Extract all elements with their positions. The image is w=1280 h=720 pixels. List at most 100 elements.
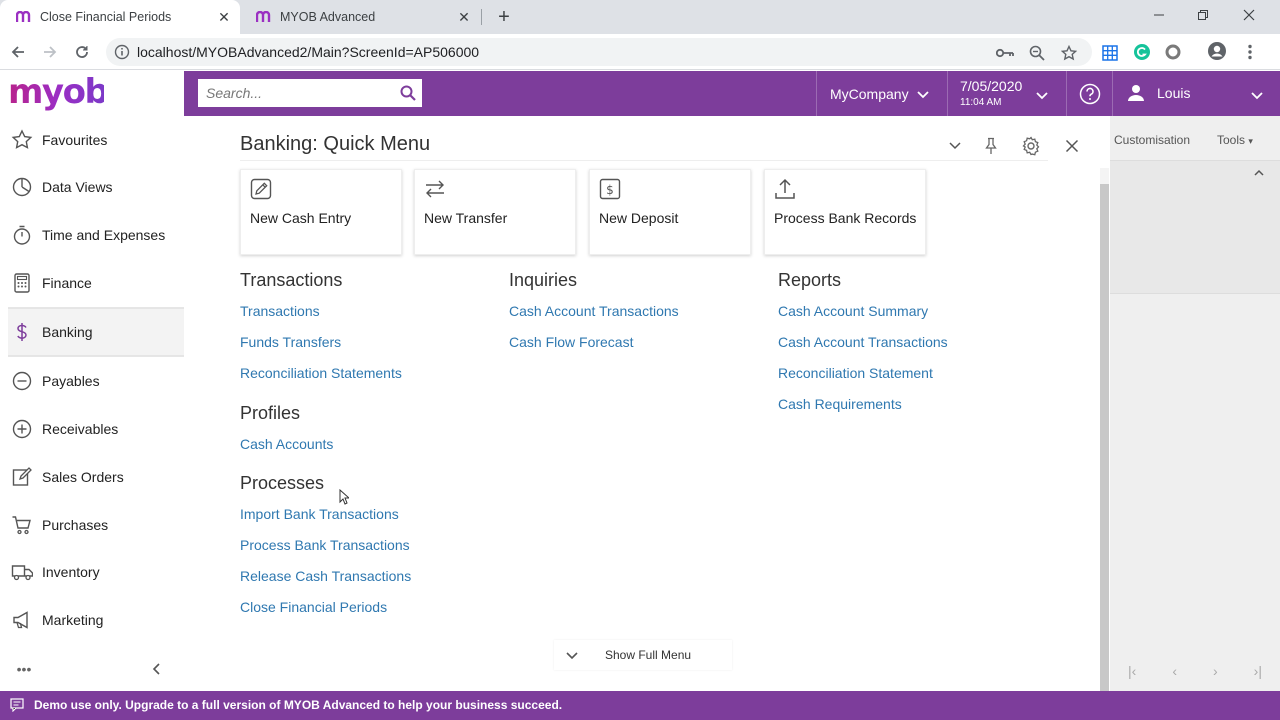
link-close-financial-periods[interactable]: Close Financial Periods [240, 599, 387, 615]
chevron-down-icon[interactable] [945, 136, 965, 156]
minus-circle-icon [11, 370, 33, 392]
search-input[interactable] [198, 79, 394, 107]
key-icon[interactable] [996, 44, 1014, 62]
sidebar-item-label: Inventory [42, 564, 100, 580]
close-icon[interactable]: ✕ [456, 9, 472, 25]
restore-icon[interactable] [1180, 0, 1226, 30]
minimize-icon[interactable] [1136, 0, 1182, 30]
scrollbar-thumb[interactable] [1100, 184, 1109, 691]
link-cash-requirements[interactable]: Cash Requirements [778, 396, 902, 412]
link-cash-account-summary[interactable]: Cash Account Summary [778, 303, 928, 319]
new-deposit-card[interactable]: $ New Deposit [589, 169, 751, 255]
sidebar-item-inventory[interactable]: Inventory [8, 549, 184, 595]
search-icon[interactable] [400, 85, 416, 101]
sidebar-divider [8, 356, 184, 357]
business-time: 11:04 AM [960, 97, 1002, 108]
sidebar-item-data-views[interactable]: Data Views [8, 164, 184, 210]
pie-chart-icon [11, 176, 33, 198]
sidebar-item-label: Payables [42, 373, 100, 389]
sidebar-item-payables[interactable]: Payables [8, 358, 184, 404]
last-page-icon[interactable]: ›| [1254, 663, 1262, 679]
sidebar-item-label: Favourites [42, 132, 108, 148]
edit-icon [11, 466, 33, 488]
close-icon[interactable]: ✕ [216, 9, 232, 25]
browser-tab-myob-advanced[interactable]: MYOB Advanced ✕ [240, 0, 480, 34]
section-heading-inquiries: Inquiries [509, 270, 578, 290]
sidebar-item-sales-orders[interactable]: Sales Orders [8, 454, 184, 500]
chevron-up-icon[interactable] [1254, 163, 1264, 181]
grammarly-icon[interactable] [1132, 42, 1152, 62]
sidebar-item-purchases[interactable]: Purchases [8, 502, 184, 548]
next-page-icon[interactable]: › [1213, 663, 1218, 679]
background-panel [1110, 160, 1280, 294]
zoom-icon[interactable] [1028, 44, 1046, 62]
link-cash-account-transactions-report[interactable]: Cash Account Transactions [778, 334, 948, 350]
bookmark-star-icon[interactable] [1060, 44, 1078, 62]
link-reconciliation-statements[interactable]: Reconciliation Statements [240, 365, 402, 381]
tab-title: MYOB Advanced [280, 10, 376, 24]
sidebar-item-marketing[interactable]: Marketing [8, 597, 184, 643]
tools-menu[interactable]: Tools ▾ [1217, 133, 1253, 147]
sidebar-item-favourites[interactable]: Favourites [8, 117, 184, 163]
pin-icon[interactable] [981, 136, 1001, 156]
sidebar-item-finance[interactable]: Finance [8, 260, 184, 306]
background-toolbar: Customisation Tools ▾ |‹ ‹ › ›| [1110, 116, 1280, 691]
info-icon[interactable] [114, 44, 130, 60]
calculator-icon [11, 272, 33, 294]
myob-logo[interactable]: myob [8, 72, 109, 122]
dollar-box-icon: $ [599, 178, 621, 200]
link-funds-transfers[interactable]: Funds Transfers [240, 334, 341, 350]
chevron-down-icon [566, 648, 578, 666]
link-reconciliation-statement[interactable]: Reconciliation Statement [778, 365, 933, 381]
header-divider [240, 160, 1048, 161]
link-release-cash-transactions[interactable]: Release Cash Transactions [240, 568, 411, 584]
section-heading-transactions: Transactions [240, 270, 343, 290]
url-omnibox[interactable]: localhost/MYOBAdvanced2/Main?ScreenId=AP… [106, 38, 1092, 66]
reload-icon[interactable] [70, 40, 94, 64]
process-bank-records-card[interactable]: Process Bank Records [764, 169, 926, 255]
browser-menu-icon[interactable] [1240, 42, 1260, 62]
back-arrow-icon[interactable] [6, 40, 30, 64]
window-close-icon[interactable] [1226, 0, 1272, 30]
link-cash-flow-forecast[interactable]: Cash Flow Forecast [509, 334, 633, 350]
section-heading-processes: Processes [240, 473, 325, 493]
more-dots-icon[interactable]: ••• [14, 661, 34, 677]
link-cash-accounts[interactable]: Cash Accounts [240, 436, 333, 452]
sidebar-item-receivables[interactable]: Receivables [8, 406, 184, 452]
sidebar-item-label: Marketing [42, 612, 104, 628]
scrollbar[interactable] [1100, 168, 1109, 691]
customisation-menu[interactable]: Customisation [1114, 133, 1190, 147]
browser-tab-close-financial-periods[interactable]: Close Financial Periods ✕ [0, 0, 240, 34]
help-icon[interactable] [1066, 71, 1112, 116]
link-import-bank-transactions[interactable]: Import Bank Transactions [240, 506, 399, 522]
close-icon[interactable] [1062, 136, 1082, 156]
link-transactions[interactable]: Transactions [240, 303, 320, 319]
prev-page-icon[interactable]: ‹ [1172, 663, 1177, 679]
svg-text:$: $ [606, 183, 614, 197]
tab-separator [481, 9, 482, 25]
card-label: New Deposit [599, 210, 679, 226]
user-menu[interactable]: Louis [1112, 71, 1280, 116]
show-full-menu-button[interactable]: Show Full Menu [554, 640, 732, 670]
profile-avatar-icon[interactable] [1207, 41, 1227, 61]
grid-extension-icon[interactable] [1100, 43, 1120, 63]
gear-icon[interactable] [1021, 136, 1041, 156]
new-tab-icon[interactable]: + [492, 6, 516, 28]
sidebar-item-time-and-expenses[interactable]: Time and Expenses [8, 212, 184, 258]
demo-notice-bar: Demo use only. Upgrade to a full version… [0, 691, 1280, 720]
forward-arrow-icon[interactable] [38, 40, 62, 64]
new-transfer-card[interactable]: New Transfer [414, 169, 576, 255]
business-date-selector[interactable]: 7/05/2020 11:04 AM [947, 71, 1066, 116]
search-box[interactable] [198, 79, 422, 107]
logo-area[interactable]: myob [0, 71, 184, 116]
extension-circle-icon[interactable] [1163, 42, 1183, 62]
link-cash-account-transactions-inquiry[interactable]: Cash Account Transactions [509, 303, 679, 319]
first-page-icon[interactable]: |‹ [1128, 663, 1136, 679]
sidebar-item-banking[interactable]: Banking [8, 308, 184, 356]
show-full-menu-label: Show Full Menu [605, 648, 692, 662]
myob-favicon-icon [16, 10, 32, 24]
link-process-bank-transactions[interactable]: Process Bank Transactions [240, 537, 410, 553]
new-cash-entry-card[interactable]: New Cash Entry [240, 169, 402, 255]
collapse-sidebar-icon[interactable] [148, 661, 164, 677]
company-selector[interactable]: MyCompany [816, 71, 947, 116]
